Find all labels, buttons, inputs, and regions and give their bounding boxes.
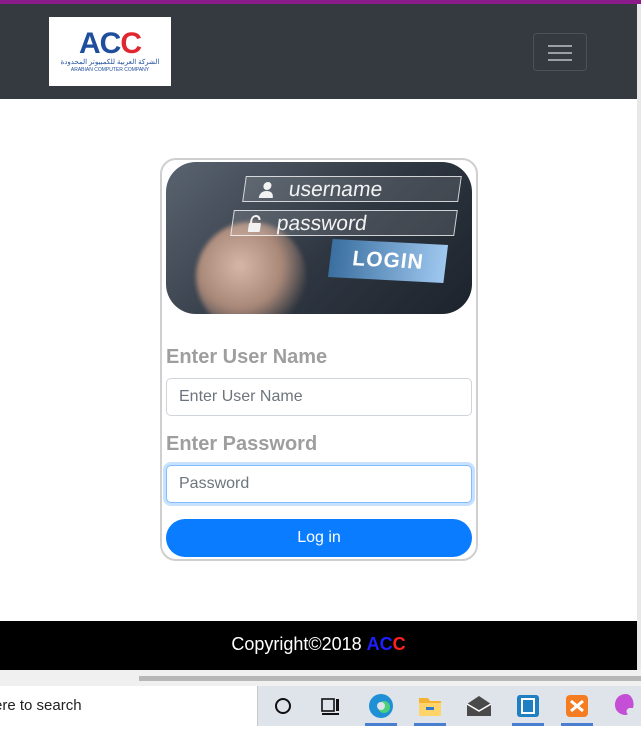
paint-icon xyxy=(615,694,634,715)
xampp-icon xyxy=(566,695,588,717)
windows-taskbar: ere to search xyxy=(0,686,641,726)
footer-brand-c: C xyxy=(392,634,406,654)
footer-brand-ac: AC xyxy=(366,634,393,654)
hero-username-pill: username xyxy=(242,176,462,202)
brand-logo[interactable]: ACC الشركة العربية للكمبيوتر المحدودة AR… xyxy=(49,17,171,86)
cortana-button[interactable] xyxy=(259,686,307,726)
lock-icon xyxy=(247,215,261,232)
copyright-text: Copyright©2018 xyxy=(231,634,367,654)
password-label: Enter Password xyxy=(166,433,318,455)
edge-taskbar-button[interactable] xyxy=(357,686,405,726)
task-view-button[interactable] xyxy=(307,686,355,726)
logo-arabic-text: الشركة العربية للكمبيوتر المحدودة xyxy=(60,59,160,66)
hero-login-text: LOGIN xyxy=(327,238,449,284)
login-hero-image: username password LOGIN xyxy=(166,162,472,314)
hero-password-text: password xyxy=(275,212,369,235)
password-input[interactable] xyxy=(166,465,472,503)
horizontal-scrollbar[interactable] xyxy=(0,670,641,686)
username-label: Enter User Name xyxy=(166,346,328,368)
xampp-taskbar-button[interactable] xyxy=(553,686,601,726)
logo-english-text: ARABIAN COMPUTER COMPANY xyxy=(70,67,150,73)
mail-icon xyxy=(466,696,492,716)
hero-username-text: username xyxy=(287,178,384,201)
username-input[interactable] xyxy=(166,378,472,416)
vertical-scrollbar[interactable] xyxy=(637,4,641,670)
app-taskbar-button[interactable] xyxy=(504,686,552,726)
edge-icon xyxy=(369,694,393,718)
hero-password-pill: password xyxy=(230,210,458,236)
scrollbar-thumb[interactable] xyxy=(139,676,641,681)
app-icon xyxy=(517,695,539,717)
mail-taskbar-button[interactable] xyxy=(455,686,503,726)
file-explorer-icon xyxy=(419,698,441,716)
navbar: ACC الشركة العربية للكمبيوتر المحدودة AR… xyxy=(0,4,637,99)
user-icon xyxy=(258,182,273,198)
logo-text: ACC xyxy=(78,27,142,60)
navbar-toggle-button[interactable] xyxy=(533,33,587,71)
task-view-icon xyxy=(321,698,339,715)
taskbar-search-box[interactable]: ere to search xyxy=(0,686,258,726)
paint-taskbar-button[interactable] xyxy=(602,686,641,726)
explorer-taskbar-button[interactable] xyxy=(406,686,454,726)
login-button[interactable]: Log in xyxy=(166,519,472,557)
taskbar-search-text: ere to search xyxy=(0,697,82,714)
login-card: username password LOGIN Enter User Name … xyxy=(160,158,478,561)
cortana-icon xyxy=(275,698,291,714)
footer: Copyright©2018 ACC xyxy=(0,621,637,670)
